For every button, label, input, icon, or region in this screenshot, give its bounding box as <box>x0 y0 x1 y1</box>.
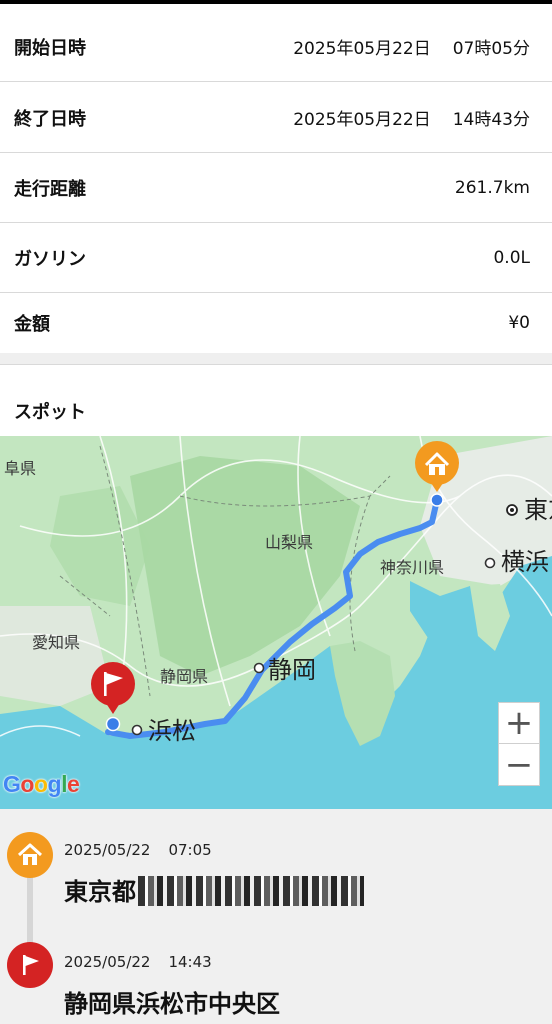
map-label-yokohama: 横浜 <box>501 548 549 576</box>
end-date: 2025年05月22日 <box>293 110 431 130</box>
google-logo-letter: g <box>47 771 62 797</box>
google-logo-letter: o <box>20 771 34 797</box>
spot-timeline: 2025/05/22 07:05 東京都 2025/05/22 14:43 静岡県浜… <box>0 809 552 1024</box>
spot-section-title: スポット <box>14 402 86 423</box>
map-label-gifu: 阜県 <box>4 459 36 478</box>
distance-value: 261.7km <box>454 177 530 198</box>
flag-icon <box>23 955 39 975</box>
map-canvas[interactable]: 阜県 山梨県 神奈川県 愛知県 静岡県 静岡 浜松 東京 横浜 <box>0 436 552 809</box>
timeline-goal-time: 14:43 <box>168 953 212 971</box>
google-logo-letter: G <box>3 771 21 797</box>
detail-row-amount: 金額 ¥0 <box>0 293 552 353</box>
city-dot-shizuoka <box>253 662 265 674</box>
end-value: 2025年05月22日 14時43分 <box>293 105 530 130</box>
google-logo-letter: e <box>66 771 80 797</box>
timeline-goal-place[interactable]: 静岡県浜松市中央区 <box>64 984 280 1019</box>
timeline-start-icon <box>7 832 53 878</box>
gasoline-label: ガソリン <box>14 248 86 270</box>
timeline-start-time: 07:05 <box>168 841 212 859</box>
google-logo: Google <box>3 771 80 798</box>
map-label-tokyo: 東京 <box>524 496 552 524</box>
timeline-start-date: 2025/05/22 <box>64 841 151 859</box>
status-bar-edge <box>0 0 552 4</box>
amount-value: ¥0 <box>508 313 530 333</box>
start-date: 2025年05月22日 <box>293 39 431 59</box>
timeline-goal-date: 2025/05/22 <box>64 953 151 971</box>
home-icon <box>17 843 43 865</box>
detail-row-start: 開始日時 2025年05月22日 07時05分 <box>0 12 552 82</box>
google-logo-letter: o <box>33 771 48 797</box>
amount-label: 金額 <box>14 314 50 335</box>
city-dot-tokyo-center <box>510 508 514 512</box>
section-separator <box>0 353 552 365</box>
end-label: 終了日時 <box>14 108 86 130</box>
map-label-shizuoka-pref: 静岡県 <box>160 667 208 686</box>
map-label-kanagawa: 神奈川県 <box>380 558 444 577</box>
zoom-out-button[interactable]: − <box>498 744 540 786</box>
city-dot-yokohama <box>484 557 496 569</box>
distance-label: 走行距離 <box>14 178 86 200</box>
map-label-shizuoka: 静岡 <box>268 656 316 684</box>
timeline-goal-icon <box>7 942 53 988</box>
map-label-hamamatsu: 浜松 <box>148 717 196 745</box>
start-value: 2025年05月22日 07時05分 <box>293 34 530 59</box>
timeline-goal-datetime: 2025/05/22 14:43 <box>64 953 212 971</box>
detail-row-distance: 走行距離 261.7km <box>0 153 552 223</box>
timeline-start-datetime: 2025/05/22 07:05 <box>64 841 212 859</box>
start-time: 07時05分 <box>452 39 530 59</box>
city-dot-hamamatsu <box>131 724 143 736</box>
redacted-address <box>138 876 364 906</box>
map-label-aichi: 愛知県 <box>32 633 80 652</box>
gasoline-value: 0.0L <box>493 247 530 268</box>
start-label: 開始日時 <box>14 37 86 59</box>
end-time: 14時43分 <box>452 110 530 130</box>
timeline-start-place[interactable]: 東京都 <box>64 872 364 907</box>
detail-row-gasoline: ガソリン 0.0L <box>0 223 552 293</box>
detail-row-end: 終了日時 2025年05月22日 14時43分 <box>0 83 552 153</box>
zoom-in-button[interactable]: + <box>498 702 540 744</box>
route-map[interactable]: 阜県 山梨県 神奈川県 愛知県 静岡県 静岡 浜松 東京 横浜 <box>0 436 552 809</box>
timeline-start-place-text: 東京都 <box>64 878 136 906</box>
map-label-yamanashi: 山梨県 <box>265 533 313 552</box>
